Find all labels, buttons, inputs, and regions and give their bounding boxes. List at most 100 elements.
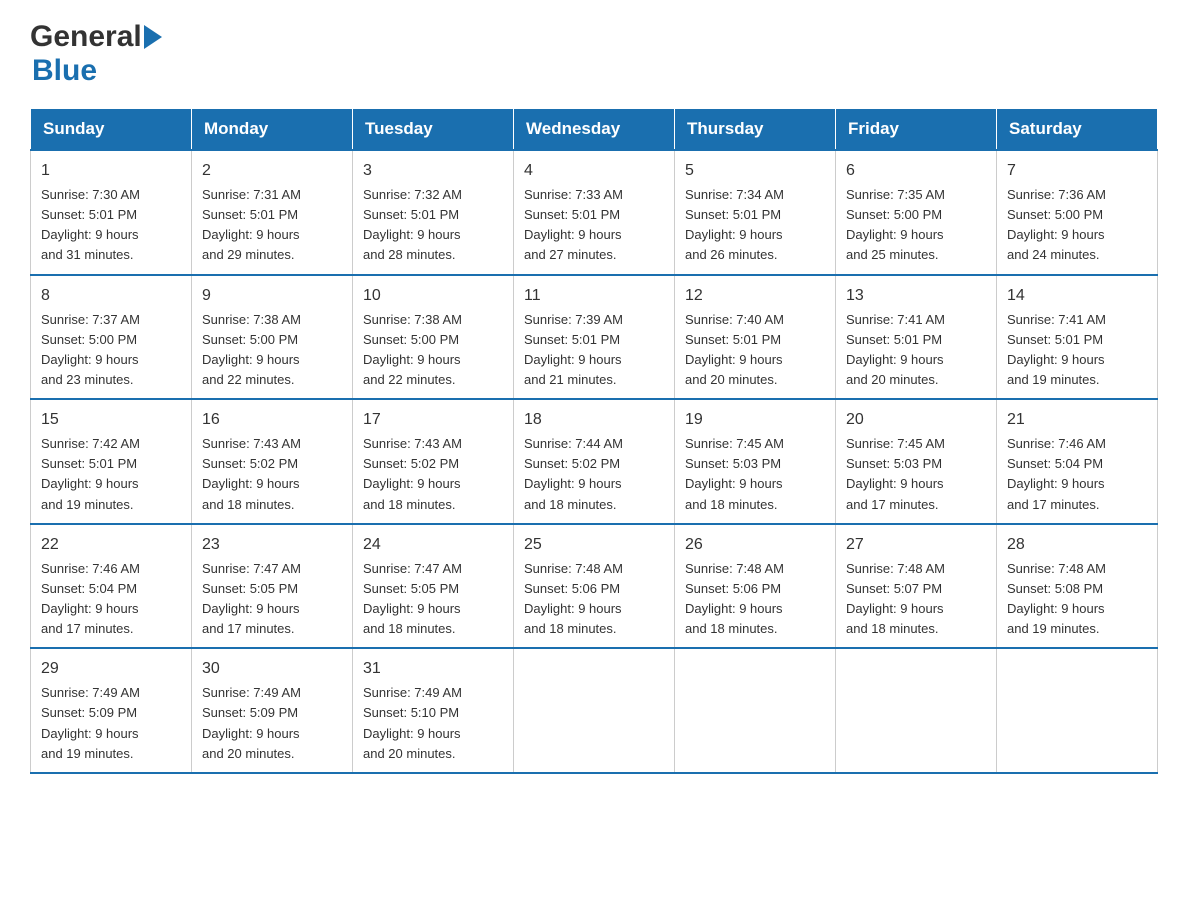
logo-blue-word: Blue: [32, 54, 97, 87]
table-row: 11Sunrise: 7:39 AMSunset: 5:01 PMDayligh…: [514, 275, 675, 400]
day-info: Sunrise: 7:32 AMSunset: 5:01 PMDaylight:…: [363, 185, 503, 266]
day-number: 25: [524, 533, 664, 557]
table-row: 12Sunrise: 7:40 AMSunset: 5:01 PMDayligh…: [675, 275, 836, 400]
day-info: Sunrise: 7:38 AMSunset: 5:00 PMDaylight:…: [363, 310, 503, 391]
day-info: Sunrise: 7:36 AMSunset: 5:00 PMDaylight:…: [1007, 185, 1147, 266]
day-info: Sunrise: 7:47 AMSunset: 5:05 PMDaylight:…: [202, 559, 342, 640]
day-number: 10: [363, 284, 503, 308]
table-row: 9Sunrise: 7:38 AMSunset: 5:00 PMDaylight…: [192, 275, 353, 400]
day-number: 11: [524, 284, 664, 308]
day-info: Sunrise: 7:48 AMSunset: 5:07 PMDaylight:…: [846, 559, 986, 640]
table-row: 25Sunrise: 7:48 AMSunset: 5:06 PMDayligh…: [514, 524, 675, 649]
day-number: 14: [1007, 284, 1147, 308]
day-info: Sunrise: 7:40 AMSunset: 5:01 PMDaylight:…: [685, 310, 825, 391]
table-row: 29Sunrise: 7:49 AMSunset: 5:09 PMDayligh…: [31, 648, 192, 773]
table-row: 7Sunrise: 7:36 AMSunset: 5:00 PMDaylight…: [997, 150, 1158, 275]
day-number: 26: [685, 533, 825, 557]
table-row: 5Sunrise: 7:34 AMSunset: 5:01 PMDaylight…: [675, 150, 836, 275]
table-row: 16Sunrise: 7:43 AMSunset: 5:02 PMDayligh…: [192, 399, 353, 524]
table-row: 17Sunrise: 7:43 AMSunset: 5:02 PMDayligh…: [353, 399, 514, 524]
day-number: 12: [685, 284, 825, 308]
day-number: 21: [1007, 408, 1147, 432]
day-info: Sunrise: 7:48 AMSunset: 5:06 PMDaylight:…: [685, 559, 825, 640]
day-number: 29: [41, 657, 181, 681]
calendar-week-row: 22Sunrise: 7:46 AMSunset: 5:04 PMDayligh…: [31, 524, 1158, 649]
day-info: Sunrise: 7:49 AMSunset: 5:09 PMDaylight:…: [41, 683, 181, 764]
day-number: 13: [846, 284, 986, 308]
table-row: 19Sunrise: 7:45 AMSunset: 5:03 PMDayligh…: [675, 399, 836, 524]
day-number: 19: [685, 408, 825, 432]
table-row: 10Sunrise: 7:38 AMSunset: 5:00 PMDayligh…: [353, 275, 514, 400]
day-info: Sunrise: 7:49 AMSunset: 5:09 PMDaylight:…: [202, 683, 342, 764]
table-row: 6Sunrise: 7:35 AMSunset: 5:00 PMDaylight…: [836, 150, 997, 275]
day-info: Sunrise: 7:42 AMSunset: 5:01 PMDaylight:…: [41, 434, 181, 515]
logo-general-text: General: [30, 20, 142, 54]
col-tuesday: Tuesday: [353, 109, 514, 151]
day-info: Sunrise: 7:41 AMSunset: 5:01 PMDaylight:…: [1007, 310, 1147, 391]
table-row: 2Sunrise: 7:31 AMSunset: 5:01 PMDaylight…: [192, 150, 353, 275]
day-number: 31: [363, 657, 503, 681]
day-info: Sunrise: 7:38 AMSunset: 5:00 PMDaylight:…: [202, 310, 342, 391]
day-info: Sunrise: 7:49 AMSunset: 5:10 PMDaylight:…: [363, 683, 503, 764]
table-row: 18Sunrise: 7:44 AMSunset: 5:02 PMDayligh…: [514, 399, 675, 524]
day-number: 4: [524, 159, 664, 183]
table-row: 4Sunrise: 7:33 AMSunset: 5:01 PMDaylight…: [514, 150, 675, 275]
day-info: Sunrise: 7:45 AMSunset: 5:03 PMDaylight:…: [846, 434, 986, 515]
table-row: 28Sunrise: 7:48 AMSunset: 5:08 PMDayligh…: [997, 524, 1158, 649]
day-number: 17: [363, 408, 503, 432]
day-number: 3: [363, 159, 503, 183]
day-info: Sunrise: 7:30 AMSunset: 5:01 PMDaylight:…: [41, 185, 181, 266]
col-thursday: Thursday: [675, 109, 836, 151]
day-number: 20: [846, 408, 986, 432]
day-number: 24: [363, 533, 503, 557]
day-info: Sunrise: 7:31 AMSunset: 5:01 PMDaylight:…: [202, 185, 342, 266]
day-info: Sunrise: 7:34 AMSunset: 5:01 PMDaylight:…: [685, 185, 825, 266]
table-row: 23Sunrise: 7:47 AMSunset: 5:05 PMDayligh…: [192, 524, 353, 649]
day-info: Sunrise: 7:35 AMSunset: 5:00 PMDaylight:…: [846, 185, 986, 266]
col-monday: Monday: [192, 109, 353, 151]
day-number: 27: [846, 533, 986, 557]
calendar-week-row: 29Sunrise: 7:49 AMSunset: 5:09 PMDayligh…: [31, 648, 1158, 773]
col-saturday: Saturday: [997, 109, 1158, 151]
table-row: 31Sunrise: 7:49 AMSunset: 5:10 PMDayligh…: [353, 648, 514, 773]
table-row: 24Sunrise: 7:47 AMSunset: 5:05 PMDayligh…: [353, 524, 514, 649]
day-info: Sunrise: 7:33 AMSunset: 5:01 PMDaylight:…: [524, 185, 664, 266]
calendar-week-row: 8Sunrise: 7:37 AMSunset: 5:00 PMDaylight…: [31, 275, 1158, 400]
day-info: Sunrise: 7:41 AMSunset: 5:01 PMDaylight:…: [846, 310, 986, 391]
table-row: 27Sunrise: 7:48 AMSunset: 5:07 PMDayligh…: [836, 524, 997, 649]
logo: GeneralBlue: [30, 20, 166, 88]
table-row: 20Sunrise: 7:45 AMSunset: 5:03 PMDayligh…: [836, 399, 997, 524]
day-info: Sunrise: 7:47 AMSunset: 5:05 PMDaylight:…: [363, 559, 503, 640]
table-row: 13Sunrise: 7:41 AMSunset: 5:01 PMDayligh…: [836, 275, 997, 400]
day-number: 30: [202, 657, 342, 681]
table-row: 21Sunrise: 7:46 AMSunset: 5:04 PMDayligh…: [997, 399, 1158, 524]
day-number: 8: [41, 284, 181, 308]
day-info: Sunrise: 7:46 AMSunset: 5:04 PMDaylight:…: [1007, 434, 1147, 515]
calendar-week-row: 15Sunrise: 7:42 AMSunset: 5:01 PMDayligh…: [31, 399, 1158, 524]
day-number: 22: [41, 533, 181, 557]
table-row: 22Sunrise: 7:46 AMSunset: 5:04 PMDayligh…: [31, 524, 192, 649]
day-info: Sunrise: 7:43 AMSunset: 5:02 PMDaylight:…: [202, 434, 342, 515]
day-number: 18: [524, 408, 664, 432]
day-info: Sunrise: 7:48 AMSunset: 5:08 PMDaylight:…: [1007, 559, 1147, 640]
day-info: Sunrise: 7:46 AMSunset: 5:04 PMDaylight:…: [41, 559, 181, 640]
col-sunday: Sunday: [31, 109, 192, 151]
day-number: 1: [41, 159, 181, 183]
day-number: 15: [41, 408, 181, 432]
day-number: 2: [202, 159, 342, 183]
table-row: [836, 648, 997, 773]
day-number: 16: [202, 408, 342, 432]
day-info: Sunrise: 7:39 AMSunset: 5:01 PMDaylight:…: [524, 310, 664, 391]
day-number: 23: [202, 533, 342, 557]
calendar-table: Sunday Monday Tuesday Wednesday Thursday…: [30, 108, 1158, 774]
day-info: Sunrise: 7:48 AMSunset: 5:06 PMDaylight:…: [524, 559, 664, 640]
col-wednesday: Wednesday: [514, 109, 675, 151]
table-row: 15Sunrise: 7:42 AMSunset: 5:01 PMDayligh…: [31, 399, 192, 524]
table-row: 14Sunrise: 7:41 AMSunset: 5:01 PMDayligh…: [997, 275, 1158, 400]
day-info: Sunrise: 7:45 AMSunset: 5:03 PMDaylight:…: [685, 434, 825, 515]
col-friday: Friday: [836, 109, 997, 151]
table-row: 3Sunrise: 7:32 AMSunset: 5:01 PMDaylight…: [353, 150, 514, 275]
day-info: Sunrise: 7:37 AMSunset: 5:00 PMDaylight:…: [41, 310, 181, 391]
table-row: [675, 648, 836, 773]
table-row: 1Sunrise: 7:30 AMSunset: 5:01 PMDaylight…: [31, 150, 192, 275]
